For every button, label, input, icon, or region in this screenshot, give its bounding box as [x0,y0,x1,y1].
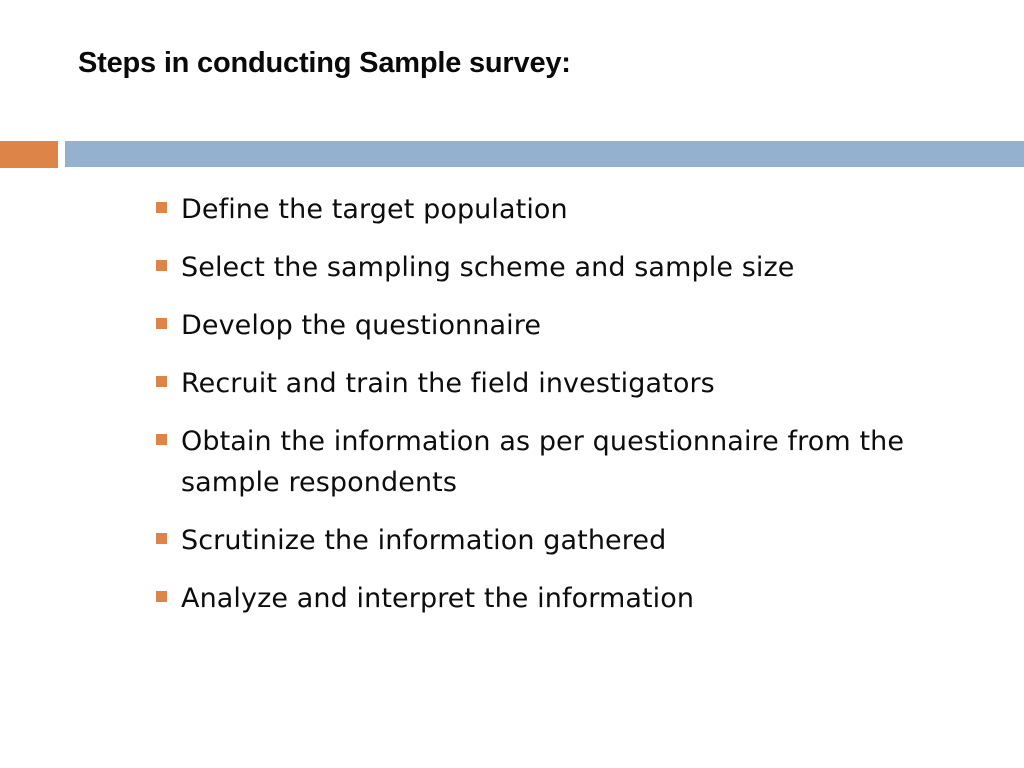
list-item-label: Develop the questionnaire [181,310,542,341]
bullet-list: Define the target population Select the … [156,189,976,619]
list-item-label: Define the target population [181,194,568,225]
slide-body: Define the target population Select the … [156,189,976,619]
square-bullet-icon [156,591,167,602]
list-item: Analyze and interpret the information [156,578,976,619]
list-item-label: Recruit and train the field investigator… [181,368,715,399]
list-item: Recruit and train the field investigator… [156,363,976,404]
list-item-label: Scrutinize the information gathered [181,525,667,556]
list-item-label: Obtain the information as per questionna… [181,426,905,498]
square-bullet-icon [156,376,167,387]
slide-canvas: Steps in conducting Sample survey: Defin… [0,0,1024,768]
list-item: Define the target population [156,189,976,230]
divider-main-block [65,141,1024,167]
divider-accent-block [0,141,58,168]
square-bullet-icon [156,533,167,544]
square-bullet-icon [156,318,167,329]
list-item: Select the sampling scheme and sample si… [156,247,976,288]
title-divider-bar [0,141,1024,168]
list-item-label: Select the sampling scheme and sample si… [181,252,795,283]
slide-title-block: Steps in conducting Sample survey: [78,44,958,88]
page-title: Steps in conducting Sample survey: [78,47,571,79]
square-bullet-icon [156,260,167,271]
square-bullet-icon [156,202,167,213]
list-item: Develop the questionnaire [156,305,976,346]
square-bullet-icon [156,434,167,445]
list-item-label: Analyze and interpret the information [181,583,695,614]
list-item: Scrutinize the information gathered [156,520,976,561]
list-item: Obtain the information as per questionna… [156,421,926,503]
